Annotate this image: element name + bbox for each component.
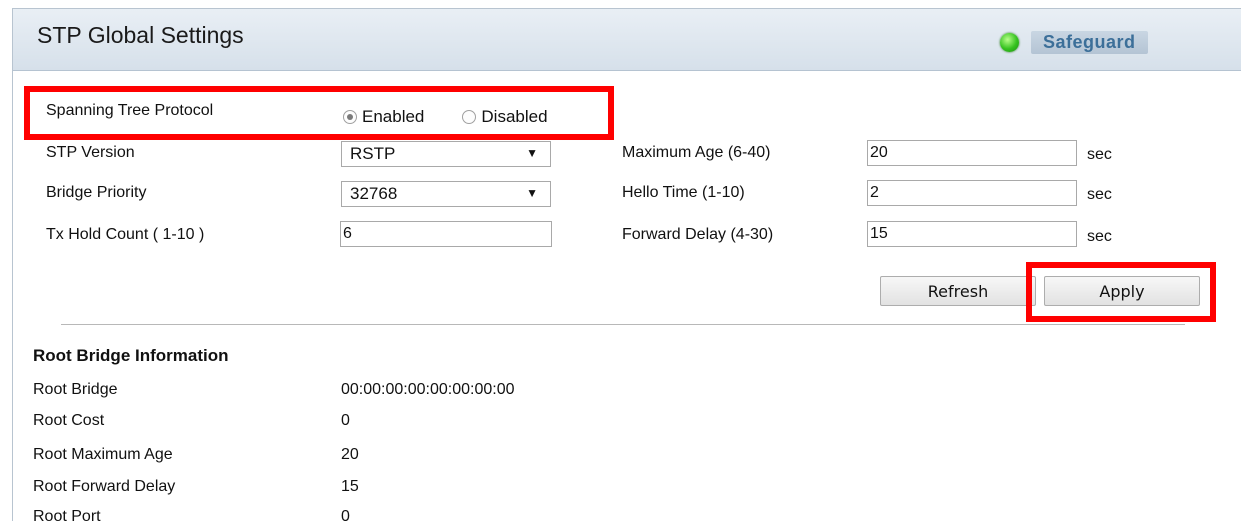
green-status-led-icon: [1000, 32, 1019, 52]
panel-header: STP Global Settings Safeguard: [13, 9, 1241, 71]
root-port-value: 0: [341, 508, 350, 525]
root-maximum-age-value: 20: [341, 446, 359, 463]
root-port-label: Root Port: [33, 508, 101, 525]
bridge-priority-value: 32768: [350, 184, 398, 203]
hello-time-input[interactable]: 2: [867, 180, 1077, 206]
section-divider: [61, 324, 1185, 325]
stp-version-select[interactable]: RSTP ▼: [341, 141, 551, 167]
root-cost-value: 0: [341, 412, 350, 429]
page-title: STP Global Settings: [37, 22, 244, 48]
highlight-box-apply: [1026, 262, 1216, 322]
safeguard-label: Safeguard: [1031, 30, 1148, 54]
stp-version-value: RSTP: [350, 144, 396, 163]
highlight-box-spanning-tree: [24, 86, 614, 140]
maximum-age-unit: sec: [1087, 146, 1112, 163]
forward-delay-input[interactable]: 15: [867, 221, 1077, 247]
stp-version-label: STP Version: [46, 144, 135, 161]
forward-delay-unit: sec: [1087, 228, 1112, 245]
dropdown-arrow-icon: ▼: [526, 186, 538, 200]
bridge-priority-select[interactable]: 32768 ▼: [341, 181, 551, 207]
root-maximum-age-label: Root Maximum Age: [33, 446, 173, 463]
hello-time-unit: sec: [1087, 186, 1112, 203]
root-forward-delay-value: 15: [341, 478, 359, 495]
dropdown-arrow-icon: ▼: [526, 146, 538, 160]
root-cost-label: Root Cost: [33, 412, 105, 429]
root-bridge-section-title: Root Bridge Information: [33, 346, 229, 365]
maximum-age-input[interactable]: 20: [867, 140, 1077, 166]
forward-delay-label: Forward Delay (4-30): [622, 226, 774, 243]
safeguard-indicator[interactable]: Safeguard: [1000, 29, 1148, 55]
bridge-priority-label: Bridge Priority: [46, 184, 147, 201]
tx-hold-count-input[interactable]: 6: [340, 221, 552, 247]
maximum-age-label: Maximum Age (6-40): [622, 144, 771, 161]
tx-hold-count-label: Tx Hold Count ( 1-10 ): [46, 226, 205, 243]
refresh-button[interactable]: Refresh: [880, 276, 1036, 306]
hello-time-label: Hello Time (1-10): [622, 184, 745, 201]
root-bridge-value: 00:00:00:00:00:00:00:00: [341, 381, 515, 398]
root-forward-delay-label: Root Forward Delay: [33, 478, 176, 495]
root-bridge-label: Root Bridge: [33, 381, 118, 398]
